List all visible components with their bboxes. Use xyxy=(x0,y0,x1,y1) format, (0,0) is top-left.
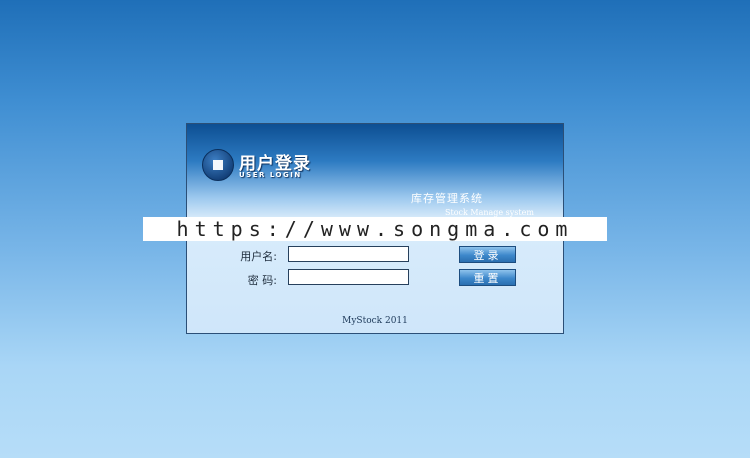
username-label: 用户名: xyxy=(240,250,277,263)
password-label: 密 码: xyxy=(247,274,277,287)
system-name: 库存管理系统 xyxy=(411,192,483,205)
footer-text: MyStock 2011 xyxy=(342,316,408,326)
logo-square xyxy=(213,160,223,170)
login-title-en: USER LOGIN xyxy=(239,171,302,179)
system-name-en: Stock Manage system xyxy=(445,208,534,217)
logo-icon xyxy=(202,149,234,181)
password-input[interactable] xyxy=(288,269,409,285)
watermark-banner: https://www.songma.com xyxy=(143,217,607,241)
username-input[interactable] xyxy=(288,246,409,262)
reset-button[interactable]: 重置 xyxy=(459,269,516,286)
login-header: 用户登录 USER LOGIN 库存管理系统 Stock Manage syst… xyxy=(187,124,563,222)
login-button[interactable]: 登录 xyxy=(459,246,516,263)
